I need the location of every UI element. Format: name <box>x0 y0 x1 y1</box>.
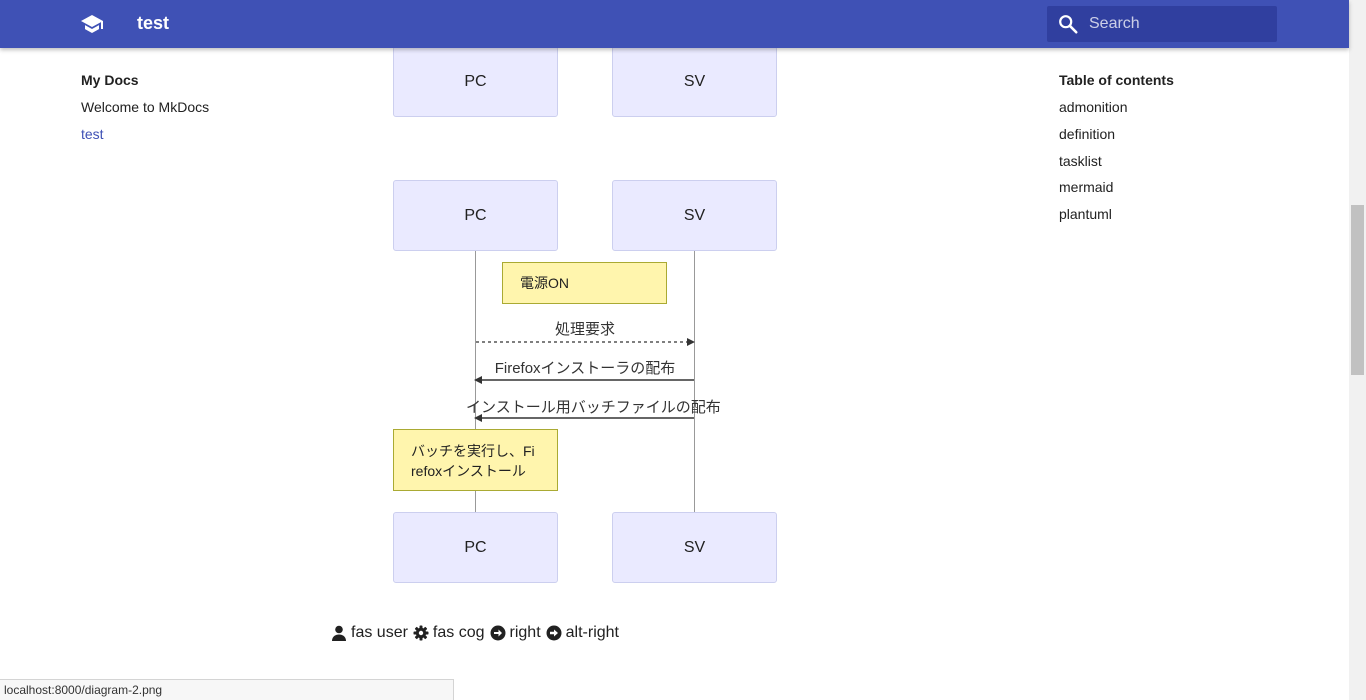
alt-right-icon-label: alt-right <box>565 624 619 641</box>
nav-title: My Docs <box>81 72 139 88</box>
participant-label: PC <box>464 72 487 90</box>
participant-pc-top-partial: PC <box>393 46 558 117</box>
toc-item-mermaid[interactable]: mermaid <box>1059 179 1279 206</box>
cog-icon-label: fas cog <box>432 624 485 641</box>
participant-sv-bottom: SV <box>612 512 777 583</box>
message-arrow-batch <box>474 414 694 422</box>
message-arrow-firefox <box>474 376 694 384</box>
participant-pc-top: PC <box>393 180 558 251</box>
participant-label: PC <box>464 538 487 556</box>
note-text-line1: バッチを実行し、Fi <box>411 443 535 459</box>
participant-sv-top: SV <box>612 180 777 251</box>
message-arrow-request <box>476 338 695 346</box>
note-text-line2: refoxインストール <box>411 463 526 479</box>
participant-pc-bottom: PC <box>393 512 558 583</box>
user-icon <box>332 625 346 641</box>
cog-icon <box>413 625 429 641</box>
toc-item-definition[interactable]: definition <box>1059 126 1279 153</box>
arrow-circle-right-icon <box>490 625 506 641</box>
arrow-alt-circle-right-icon <box>546 625 562 641</box>
participant-label: SV <box>683 538 706 556</box>
nav-item-test[interactable]: test <box>81 126 301 153</box>
browser-status-bar: localhost:8000/diagram-2.png <box>0 679 454 700</box>
vertical-scrollbar[interactable] <box>1349 0 1366 700</box>
table-of-contents: Table of contents admonition definition … <box>1059 72 1279 233</box>
graduation-cap-icon[interactable] <box>80 12 104 36</box>
participant-label: SV <box>683 72 706 90</box>
toc-title: Table of contents <box>1059 72 1174 88</box>
participant-label: SV <box>683 206 706 224</box>
search-icon <box>1059 15 1078 34</box>
note-power-on: 電源ON <box>502 262 667 304</box>
nav-item-welcome[interactable]: Welcome to MkDocs <box>81 99 301 126</box>
top-header: test <box>0 0 1349 48</box>
scrollbar-thumb[interactable] <box>1351 205 1364 375</box>
toc-item-tasklist[interactable]: tasklist <box>1059 153 1279 180</box>
toc-item-plantuml[interactable]: plantuml <box>1059 206 1279 233</box>
icon-examples-line: fas user fas cog right alt-right <box>331 624 624 642</box>
participant-sv-top-partial: SV <box>612 46 777 117</box>
toc-item-admonition[interactable]: admonition <box>1059 99 1279 126</box>
note-text: 電源ON <box>520 275 569 291</box>
search-input[interactable] <box>1089 6 1269 42</box>
note-batch-run: バッチを実行し、Fi refoxインストール <box>393 429 558 491</box>
search-box[interactable] <box>1047 6 1277 42</box>
sidebar-nav: My Docs Welcome to MkDocs test <box>81 72 301 153</box>
status-url: localhost:8000/diagram-2.png <box>4 683 163 697</box>
site-title[interactable]: test <box>137 13 169 34</box>
user-icon-label: fas user <box>351 624 408 641</box>
participant-label: PC <box>464 206 487 224</box>
right-icon-label: right <box>509 624 541 641</box>
